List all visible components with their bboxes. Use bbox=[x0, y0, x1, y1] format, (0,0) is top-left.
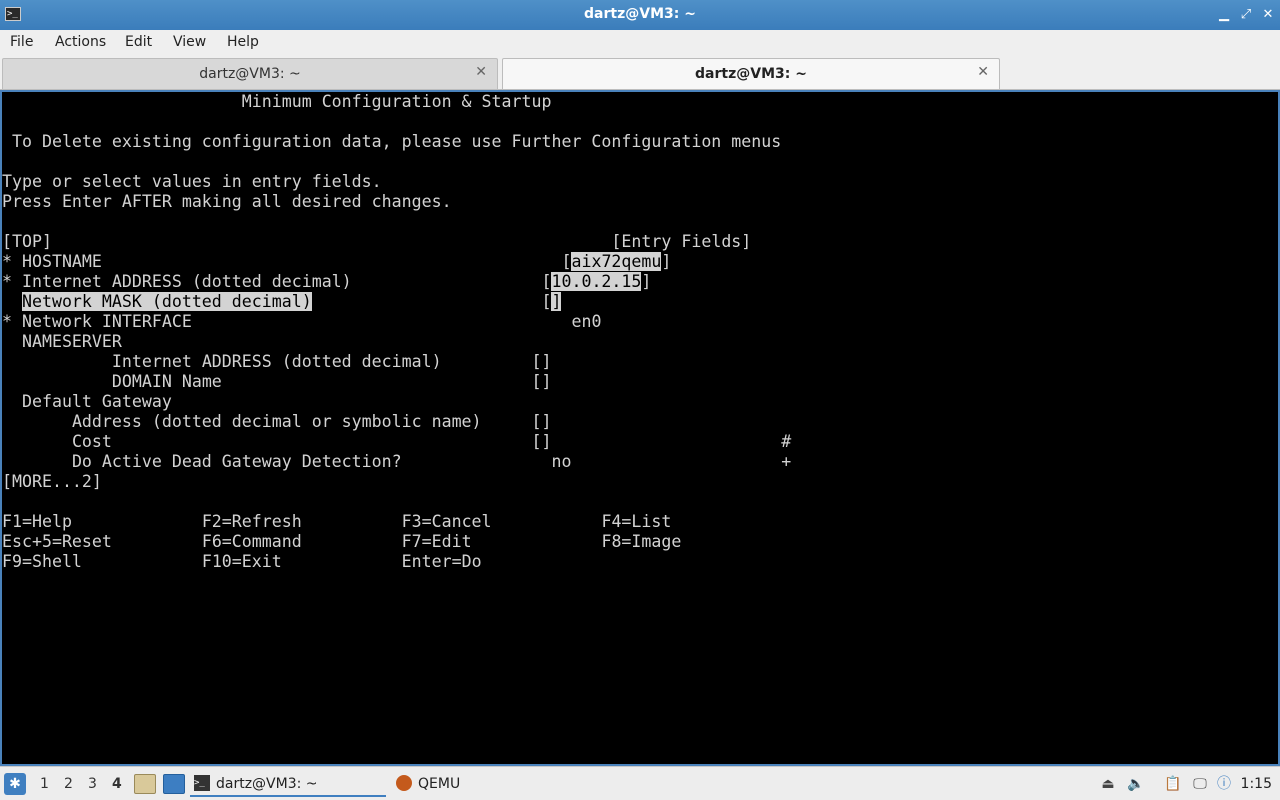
close-button[interactable]: ✕ bbox=[1259, 6, 1277, 24]
ns-address-field[interactable]: [] bbox=[532, 352, 552, 371]
workspace-1[interactable]: 1 bbox=[40, 776, 49, 792]
required-marker: * bbox=[2, 272, 22, 291]
workspace-2[interactable]: 2 bbox=[64, 776, 73, 792]
more-marker: [MORE...2] bbox=[2, 472, 102, 491]
window-title: dartz@VM3: ~ bbox=[584, 6, 696, 22]
list-flag: + bbox=[781, 452, 792, 471]
nameserver-label: NAMESERVER bbox=[21, 332, 122, 351]
interface-label: Network INTERFACE bbox=[21, 312, 192, 331]
terminal-area[interactable]: Minimum Configuration & Startup To Delet… bbox=[0, 90, 1280, 766]
qemu-icon bbox=[396, 775, 412, 791]
display-icon[interactable]: 🖵 bbox=[1190, 774, 1210, 794]
storage-icon[interactable]: ⏏ bbox=[1098, 774, 1118, 794]
fkey-do[interactable]: Enter=Do bbox=[402, 552, 482, 571]
menu-view[interactable]: View bbox=[173, 34, 206, 50]
fkey-exit[interactable]: F10=Exit bbox=[202, 552, 282, 571]
notification-icon[interactable]: ⓘ bbox=[1214, 774, 1234, 794]
fkey-help[interactable]: F1=Help bbox=[2, 512, 72, 531]
tab-bar: dartz@VM3: ~ ✕ dartz@VM3: ~ ✕ bbox=[0, 56, 1280, 90]
menu-edit[interactable]: Edit bbox=[125, 34, 152, 50]
ns-address-label: Internet ADDRESS (dotted decimal) bbox=[111, 352, 442, 371]
netmask-field[interactable]: ] bbox=[551, 292, 562, 311]
hostname-field[interactable]: aix72qemu bbox=[571, 252, 662, 271]
start-menu-icon[interactable]: ✱ bbox=[4, 773, 26, 795]
show-desktop-icon[interactable] bbox=[163, 774, 185, 794]
numeric-flag: # bbox=[781, 432, 792, 451]
gateway-address-field[interactable]: [] bbox=[532, 412, 552, 431]
tab-close-icon[interactable]: ✕ bbox=[977, 64, 989, 80]
domain-name-label: DOMAIN Name bbox=[111, 372, 222, 391]
tab-label: dartz@VM3: ~ bbox=[199, 66, 301, 82]
ip-address-label: Internet ADDRESS (dotted decimal) bbox=[21, 272, 352, 291]
gateway-address-label: Address (dotted decimal or symbolic name… bbox=[71, 412, 482, 431]
fkey-shell[interactable]: F9=Shell bbox=[2, 552, 82, 571]
instruction-line: Press Enter AFTER making all desired cha… bbox=[2, 192, 452, 211]
menu-help[interactable]: Help bbox=[227, 34, 259, 50]
entry-fields-header: [Entry Fields] bbox=[611, 232, 752, 251]
domain-name-field[interactable]: [] bbox=[532, 372, 552, 391]
volume-icon[interactable]: 🔈 bbox=[1126, 774, 1146, 794]
window-titlebar[interactable]: >_ dartz@VM3: ~ ▁ ⤢ ✕ bbox=[0, 0, 1280, 30]
cost-field[interactable]: [] bbox=[532, 432, 552, 451]
workspace-3[interactable]: 3 bbox=[88, 776, 97, 792]
top-marker: [TOP] bbox=[2, 232, 52, 251]
terminal-output: Minimum Configuration & Startup To Delet… bbox=[2, 92, 792, 571]
tab-terminal-2[interactable]: dartz@VM3: ~ ✕ bbox=[502, 58, 1000, 89]
required-marker: * bbox=[2, 252, 22, 271]
cost-label: Cost bbox=[71, 432, 112, 451]
maximize-button[interactable]: ⤢ bbox=[1237, 6, 1255, 24]
required-marker: * bbox=[2, 312, 22, 331]
hostname-label: HOSTNAME bbox=[21, 252, 102, 271]
menu-bar: File Actions Edit View Help bbox=[0, 30, 1280, 56]
fkey-refresh[interactable]: F2=Refresh bbox=[202, 512, 302, 531]
menu-file[interactable]: File bbox=[10, 34, 33, 50]
screen-heading: Minimum Configuration & Startup bbox=[2, 92, 552, 111]
workspace-4[interactable]: 4 bbox=[112, 776, 122, 792]
fkey-reset[interactable]: Esc+5=Reset bbox=[2, 532, 112, 551]
task-label: dartz@VM3: ~ bbox=[216, 776, 318, 792]
taskbar: ✱ 1 2 3 4 >_ dartz@VM3: ~ QEMU ⏏ 🔈 📋 🖵 ⓘ… bbox=[0, 766, 1280, 800]
tab-close-icon[interactable]: ✕ bbox=[475, 64, 487, 80]
gateway-label: Default Gateway bbox=[21, 392, 172, 411]
clipboard-icon[interactable]: 📋 bbox=[1163, 774, 1183, 794]
minimize-button[interactable]: ▁ bbox=[1215, 6, 1233, 24]
fkey-command[interactable]: F6=Command bbox=[202, 532, 302, 551]
delete-notice: To Delete existing configuration data, p… bbox=[2, 132, 782, 151]
fkey-cancel[interactable]: F3=Cancel bbox=[402, 512, 492, 531]
task-label: QEMU bbox=[418, 776, 461, 792]
instruction-line: Type or select values in entry fields. bbox=[2, 172, 382, 191]
fkey-edit[interactable]: F7=Edit bbox=[402, 532, 472, 551]
tab-label: dartz@VM3: ~ bbox=[695, 66, 807, 82]
terminal-icon: >_ bbox=[194, 775, 210, 791]
interface-field[interactable]: en0 bbox=[571, 312, 601, 331]
fkey-list[interactable]: F4=List bbox=[601, 512, 671, 531]
task-terminal[interactable]: >_ dartz@VM3: ~ bbox=[190, 771, 386, 797]
dead-gateway-label: Do Active Dead Gateway Detection? bbox=[71, 452, 402, 471]
clock: 1:15 bbox=[1240, 776, 1272, 792]
fkey-image[interactable]: F8=Image bbox=[601, 532, 681, 551]
task-qemu[interactable]: QEMU bbox=[392, 771, 592, 797]
menu-actions[interactable]: Actions bbox=[55, 34, 106, 50]
file-manager-icon[interactable] bbox=[134, 774, 156, 794]
dead-gateway-field[interactable]: no bbox=[551, 452, 571, 471]
netmask-label: Network MASK (dotted decimal) bbox=[21, 292, 312, 311]
tab-terminal-1[interactable]: dartz@VM3: ~ ✕ bbox=[2, 58, 498, 89]
ip-address-field[interactable]: 10.0.2.15 bbox=[551, 272, 642, 291]
